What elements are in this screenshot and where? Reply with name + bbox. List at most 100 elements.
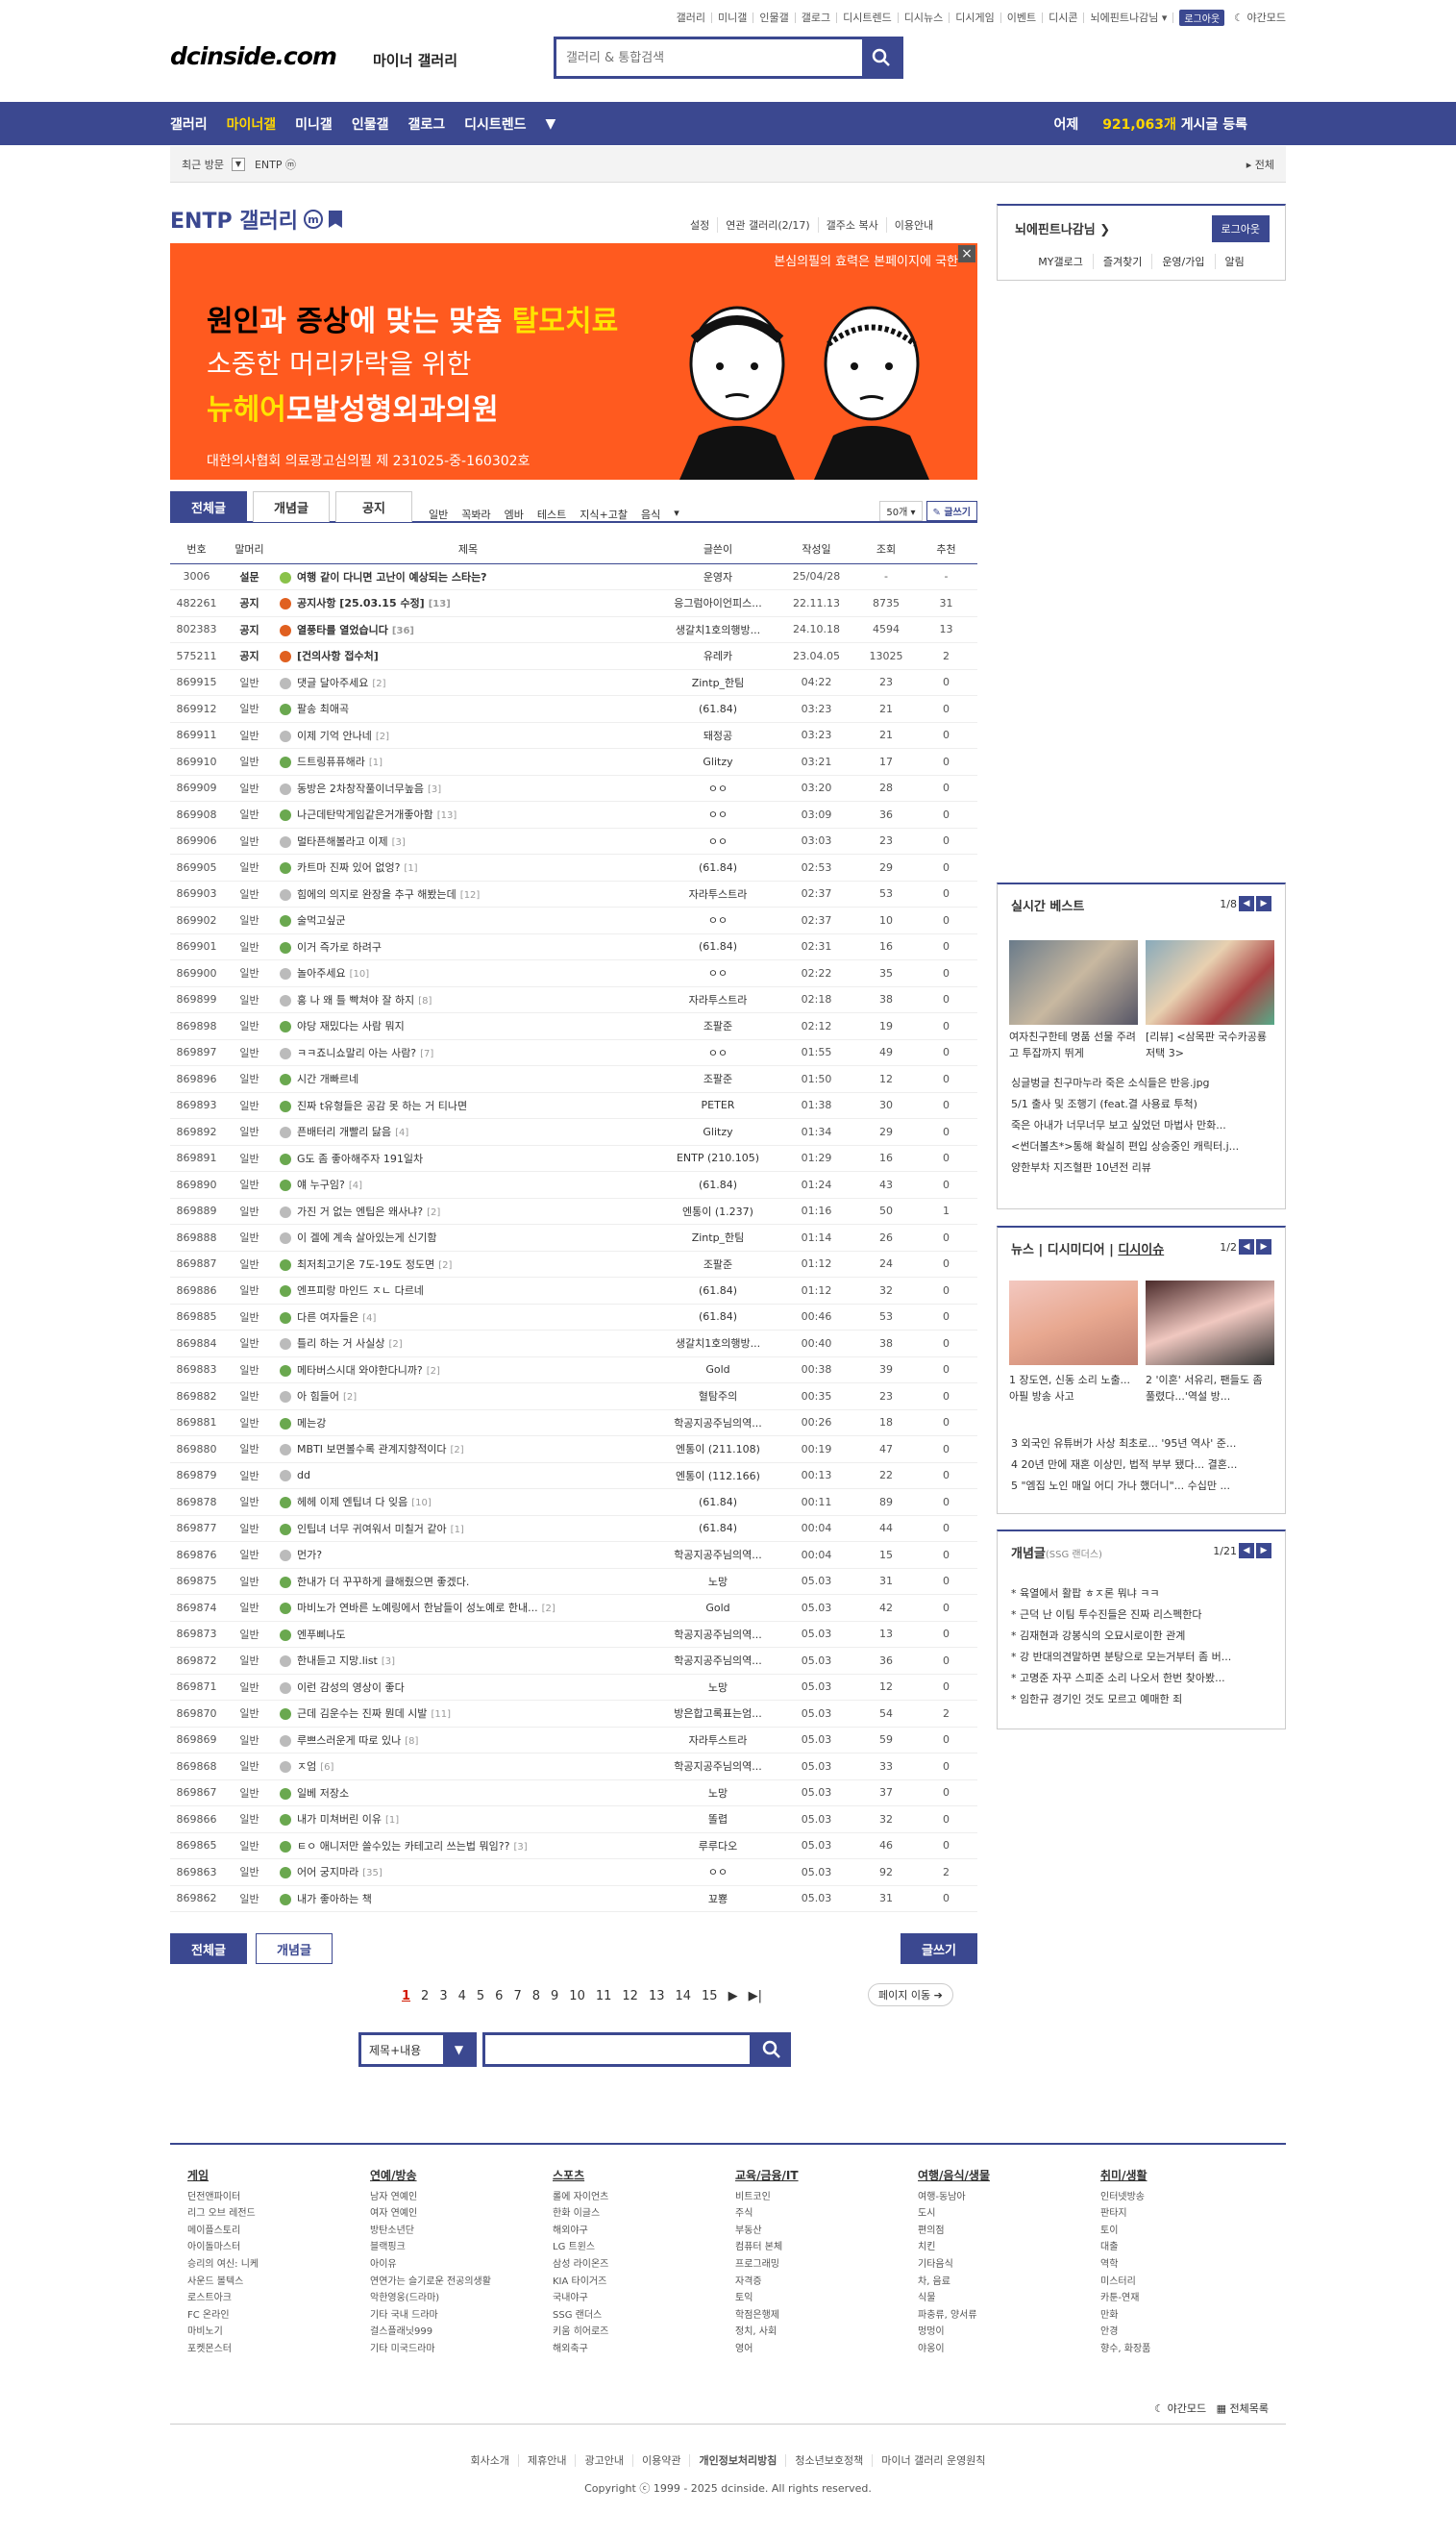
news-thumb-1[interactable] bbox=[1009, 1281, 1138, 1365]
table-row[interactable]: 869912 일반 팔송 최애곡 (61.84) 03:23 21 0 bbox=[170, 695, 977, 723]
table-row[interactable]: 869877 일반 인팁녀 너무 귀여워서 미칠거 같아 [1] (61.84) 00:0… bbox=[170, 1515, 977, 1542]
table-row[interactable]: 869892 일반 픈배터리 개빨리 닳음 [4] Glitzy 01:34 29 0 bbox=[170, 1118, 977, 1146]
post-title-cell[interactable]: dd bbox=[276, 1462, 660, 1489]
table-row[interactable]: 869885 일반 다른 여자들은 [4] (61.84) 00:46 53 0 bbox=[170, 1304, 977, 1331]
table-row[interactable]: 869869 일반 루쁘스러운게 따로 있나 [8] 자라투스트라 05.03 59 0 bbox=[170, 1727, 977, 1754]
filter-4[interactable]: 지식+고찰 bbox=[580, 507, 628, 522]
post-title-cell[interactable]: 이거 즉가로 하려구 bbox=[276, 933, 660, 960]
table-row[interactable]: 869876 일반 먼가? 학공지공주님의역... 00:04 15 0 bbox=[170, 1541, 977, 1569]
post-writer[interactable]: PETER bbox=[660, 1092, 776, 1119]
comment-count[interactable]: [11] bbox=[431, 1709, 451, 1720]
post-title[interactable]: 동방은 2차창작풀이너무높음 bbox=[297, 783, 424, 795]
footer-link[interactable]: 컴퓨터 본체 bbox=[735, 2239, 799, 2256]
page-link-3[interactable]: 3 bbox=[439, 1989, 447, 2003]
footer-link[interactable]: 로스트아크 bbox=[187, 2290, 259, 2307]
best-item[interactable]: 5/1 출사 및 조행기 (feat.결 사용료 투척) bbox=[1011, 1094, 1274, 1115]
comment-count[interactable]: [2] bbox=[388, 1339, 402, 1350]
night-mode-toggle[interactable]: ☾ 야간모드 bbox=[1234, 10, 1286, 25]
post-title-cell[interactable]: 이 겔에 계속 살아있는게 신기함 bbox=[276, 1224, 660, 1252]
post-writer[interactable]: (61.84) bbox=[660, 695, 776, 723]
footer-link[interactable]: 자격증 bbox=[735, 2274, 799, 2291]
post-title[interactable]: 근데 김운수는 진짜 뭔데 시발 bbox=[297, 1707, 427, 1720]
concept-item[interactable]: * 육열에서 활팝 ㅎㅈ론 뭐냐 ㅋㅋ bbox=[1011, 1583, 1274, 1604]
comment-count[interactable]: [12] bbox=[460, 890, 481, 901]
table-row[interactable]: 869888 일반 이 겔에 계속 살아있는게 신기함 Zintp_한팀 01:14 26… bbox=[170, 1224, 977, 1252]
footer-link[interactable]: 학점은행제 bbox=[735, 2307, 799, 2325]
post-title-cell[interactable]: 메타버스시대 와야한다니까? [2] bbox=[276, 1356, 660, 1383]
comment-count[interactable]: [2] bbox=[372, 679, 385, 689]
concept-item[interactable]: * 임한규 경기인 것도 모르고 예매한 죄 bbox=[1011, 1689, 1274, 1710]
post-title[interactable]: 최저최고기온 7도-19도 정도면 bbox=[297, 1258, 434, 1271]
post-title-cell[interactable]: ㅌㅇ 애니저만 쓸수있는 카테고리 쓰는법 뭐임?? [3] bbox=[276, 1832, 660, 1859]
post-title[interactable]: 얘 누구임? bbox=[297, 1179, 345, 1191]
post-title[interactable]: 헤헤 이제 엔팁녀 다 잊음 bbox=[297, 1496, 407, 1508]
best-caption-2[interactable]: [리뷰] <삼목판 국수카공룡 저택 3> bbox=[1146, 1029, 1274, 1061]
post-writer[interactable]: (61.84) bbox=[660, 1304, 776, 1331]
table-row[interactable]: 869872 일반 한내듣고 지망.list [3] 학공지공주님의역... 05.03 3… bbox=[170, 1647, 977, 1675]
tab-best[interactable]: 개념글 bbox=[253, 491, 330, 522]
post-title[interactable]: G도 좀 좋아해주자 191일차 bbox=[297, 1153, 423, 1165]
footer-col-heading[interactable]: 게임 bbox=[187, 2168, 259, 2185]
comment-count[interactable]: [2] bbox=[438, 1260, 452, 1271]
comment-count[interactable]: [8] bbox=[418, 996, 432, 1007]
footer-col-heading[interactable]: 교육/금융/IT bbox=[735, 2168, 799, 2185]
post-writer[interactable]: Zintp_한팀 bbox=[660, 1224, 776, 1252]
footer-link[interactable]: 만화 bbox=[1100, 2307, 1150, 2325]
footer-link[interactable]: 한화 이글스 bbox=[553, 2205, 608, 2223]
news-thumb-2[interactable] bbox=[1146, 1281, 1274, 1365]
post-title-cell[interactable]: 헤헤 이제 엔팁녀 다 잊음 [10] bbox=[276, 1488, 660, 1516]
footer-tools[interactable]: ☾ 야간모드 ▦ 전체목록 bbox=[1154, 2400, 1269, 2416]
best-thumb-2[interactable] bbox=[1146, 940, 1274, 1025]
post-title-cell[interactable]: 열풍타를 열었습니다 [36] bbox=[276, 616, 660, 643]
footer-col-heading[interactable]: 여행/음식/생물 bbox=[918, 2168, 990, 2185]
post-writer[interactable]: 운영자 bbox=[660, 563, 776, 590]
post-title[interactable]: 홍 나 왜 틀 빡쳐야 잘 하지 bbox=[297, 994, 414, 1007]
post-title[interactable]: 내가 좋아하는 책 bbox=[297, 1893, 372, 1905]
footer-link[interactable]: 연연가는 슬기로운 전공의생활 bbox=[370, 2274, 491, 2291]
post-writer[interactable]: (61.84) bbox=[660, 1171, 776, 1199]
util-link-7[interactable]: 이벤트 bbox=[1001, 12, 1044, 23]
page-link-2[interactable]: 2 bbox=[421, 1989, 429, 2003]
post-title[interactable]: 놀아주세요 bbox=[297, 967, 346, 980]
footer-link[interactable]: 판타지 bbox=[1100, 2205, 1150, 2223]
post-title-cell[interactable]: ㅋㅋ죠니쇼말리 아는 사람? [7] bbox=[276, 1039, 660, 1066]
comment-count[interactable]: [1] bbox=[404, 863, 417, 874]
footer-link[interactable]: 기타 미국드라마 bbox=[370, 2341, 491, 2358]
footer-bottom-link-3[interactable]: 이용약관 bbox=[632, 2454, 691, 2467]
table-row[interactable]: 575211 공지 [건의사항 접수처] 유레카 23.04.05 13025 2 bbox=[170, 642, 977, 670]
post-writer[interactable]: (61.84) bbox=[660, 1515, 776, 1542]
post-writer[interactable]: ㅇㅇ bbox=[660, 801, 776, 829]
gallery-tool-1[interactable]: 연관 갤러리(2/17) bbox=[718, 217, 819, 233]
tab-all[interactable]: 전체글 bbox=[170, 491, 247, 522]
table-row[interactable]: 869890 일반 얘 누구임? [4] (61.84) 01:24 43 0 bbox=[170, 1171, 977, 1199]
post-title-cell[interactable]: 홍 나 왜 틀 빡쳐야 잘 하지 [8] bbox=[276, 986, 660, 1013]
table-row[interactable]: 869906 일반 멀타픈해볼라고 이제 [3] ㅇㅇ 03:03 23 0 bbox=[170, 828, 977, 855]
util-link-4[interactable]: 디시트렌드 bbox=[837, 12, 899, 23]
news-caption-1[interactable]: 1 장도연, 신동 소리 노출... 아필 방송 사고 bbox=[1009, 1372, 1138, 1405]
post-title[interactable]: 마비노가 연바른 노예링에서 한남들이 성노예로 한내... bbox=[297, 1602, 538, 1614]
post-title[interactable]: 한내가 더 꾸꾸하게 클해줬으면 좋겠다. bbox=[297, 1576, 469, 1588]
comment-count[interactable]: [35] bbox=[362, 1868, 383, 1878]
post-title-cell[interactable]: 얘 누구임? [4] bbox=[276, 1171, 660, 1199]
comment-count[interactable]: [3] bbox=[382, 1656, 395, 1667]
post-title-cell[interactable]: 한내듣고 지망.list [3] bbox=[276, 1647, 660, 1675]
filter-1[interactable]: 꼭봐라 bbox=[461, 507, 490, 522]
table-row[interactable]: 869865 일반 ㅌㅇ 애니저만 쓸수있는 카테고리 쓰는법 뭐임?? [3] 루루다… bbox=[170, 1832, 977, 1859]
util-link-6[interactable]: 디시게임 bbox=[950, 12, 1001, 23]
comment-count[interactable]: [2] bbox=[427, 1366, 440, 1377]
comment-count[interactable]: [4] bbox=[395, 1128, 408, 1138]
post-writer[interactable]: 돼정공 bbox=[660, 722, 776, 749]
post-title[interactable]: ㅌㅇ 애니저만 쓸수있는 카테고리 쓰는법 뭐임?? bbox=[297, 1840, 509, 1853]
post-title-cell[interactable]: 진짜 t유형들은 공감 못 하는 거 티나면 bbox=[276, 1092, 660, 1119]
footer-link[interactable]: 토익 bbox=[735, 2290, 799, 2307]
page-link-8[interactable]: 8 bbox=[532, 1989, 540, 2003]
util-link-8[interactable]: 디시콘 bbox=[1043, 12, 1085, 23]
nav-item-0[interactable]: 갤러리 bbox=[170, 114, 208, 134]
post-writer[interactable]: ㅇㅇ bbox=[660, 775, 776, 802]
footer-link[interactable]: 삼성 라이온즈 bbox=[553, 2256, 608, 2274]
post-title[interactable]: 이제 기억 안나네 bbox=[297, 730, 372, 742]
footer-link[interactable]: 야옹이 bbox=[918, 2341, 990, 2358]
table-row[interactable]: 869901 일반 이거 즉가로 하려구 (61.84) 02:31 16 0 bbox=[170, 933, 977, 960]
table-row[interactable]: 869878 일반 헤헤 이제 엔팁녀 다 잊음 [10] (61.84) 00:11 89… bbox=[170, 1488, 977, 1516]
post-title-cell[interactable]: 근데 김운수는 진짜 뭔데 시발 [11] bbox=[276, 1700, 660, 1728]
